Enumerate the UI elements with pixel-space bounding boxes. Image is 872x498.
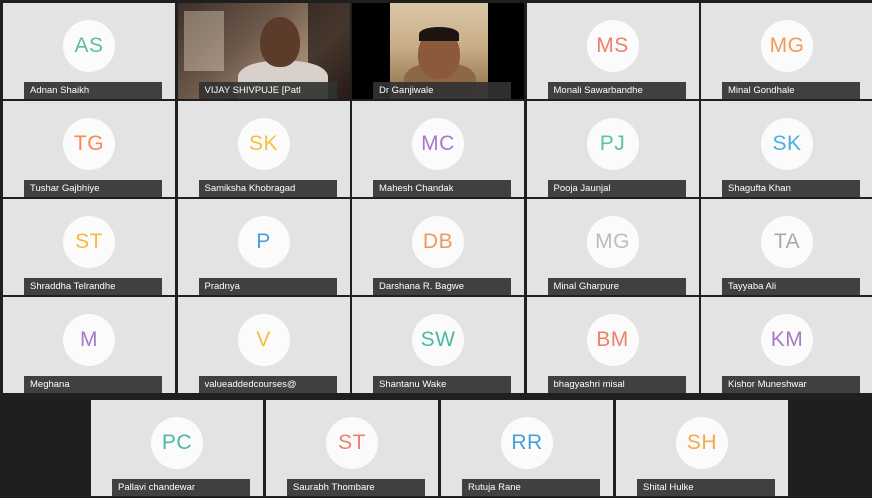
participant-name: Tushar Gajbhiye [24, 180, 162, 197]
participant-name: Pradnya [198, 278, 337, 295]
avatar: MG [586, 216, 639, 269]
avatar: KM [761, 314, 813, 367]
avatar: SK [761, 118, 813, 171]
participant-name: Samiksha Khobragad [198, 180, 337, 197]
avatar: DB [412, 216, 464, 269]
avatar: ST [326, 417, 378, 470]
avatar: TA [761, 216, 813, 269]
participant-tile-samiksha-khobragad[interactable]: SK Samiksha Khobragad [177, 101, 350, 197]
participant-name: Saurabh Thombare [287, 479, 425, 496]
participant-name: Pallavi chandewar [112, 479, 250, 496]
participant-name: Kishor Muneshwar [722, 376, 860, 393]
participant-tile-shraddha-telrandhe[interactable]: ST Shraddha Telrandhe [3, 199, 175, 295]
avatar: V [237, 314, 290, 367]
participant-tile-bhagyashri-misal[interactable]: BM bhagyashri misal [526, 297, 699, 393]
participant-name: Minal Gharpure [547, 278, 686, 295]
participant-tile-vijay-shivpuje[interactable]: VIJAY SHIVPUJE [Patl [177, 3, 350, 99]
participant-name: Shital Hulke [637, 479, 775, 496]
avatar: MC [412, 118, 464, 171]
participant-tile-tayyaba-ali[interactable]: TA Tayyaba Ali [701, 199, 872, 295]
participant-tile-pradnya[interactable]: P Pradnya [177, 199, 350, 295]
avatar: BM [586, 314, 639, 367]
avatar: PC [151, 417, 203, 470]
participant-tile-saurabh-thombare[interactable]: ST Saurabh Thombare [266, 400, 438, 496]
participant-tile-shagufta-khan[interactable]: SK Shagufta Khan [701, 101, 872, 197]
participant-tile-minal-gondhale[interactable]: MG Minal Gondhale [701, 3, 872, 99]
avatar: TG [63, 118, 115, 171]
participant-name: bhagyashri misal [547, 376, 686, 393]
avatar: SW [412, 314, 464, 367]
participant-name: Dr Ganjiwale [373, 82, 511, 99]
avatar: P [237, 216, 290, 269]
avatar: M [63, 314, 115, 367]
participant-tile-minal-gharpure[interactable]: MG Minal Gharpure [526, 199, 699, 295]
participant-tile-valueaddedcourses[interactable]: V valueaddedcourses@ [177, 297, 350, 393]
participant-name: Rutuja Rane [462, 479, 600, 496]
participant-tile-shantanu-wake[interactable]: SW Shantanu Wake [352, 297, 524, 393]
participant-tile-mahesh-chandak[interactable]: MC Mahesh Chandak [352, 101, 524, 197]
participant-name: valueaddedcourses@ [198, 376, 337, 393]
participant-name: Darshana R. Bagwe [373, 278, 511, 295]
participant-tile-pallavi-chandewar[interactable]: PC Pallavi chandewar [91, 400, 263, 496]
participant-name: Adnan Shaikh [24, 82, 162, 99]
participant-name: Monali Sawarbandhe [547, 82, 686, 99]
participant-name: Minal Gondhale [722, 82, 860, 99]
participant-tile-dr-ganjiwale[interactable]: Dr Ganjiwale [352, 3, 524, 99]
avatar: MG [761, 20, 813, 73]
participant-grid: AS Adnan Shaikh VIJAY SHIVPUJE [Patl Dr … [3, 3, 872, 393]
participant-name: VIJAY SHIVPUJE [Patl [198, 82, 337, 99]
participant-name: Meghana [24, 376, 162, 393]
participant-tile-darshana-bagwe[interactable]: DB Darshana R. Bagwe [352, 199, 524, 295]
participant-name: Tayyaba Ali [722, 278, 860, 295]
avatar: ST [63, 216, 115, 269]
participant-name: Pooja Jaunjal [547, 180, 686, 197]
avatar: RR [501, 417, 553, 470]
participant-tile-kishor-muneshwar[interactable]: KM Kishor Muneshwar [701, 297, 872, 393]
participant-name: Shagufta Khan [722, 180, 860, 197]
participant-tile-rutuja-rane[interactable]: RR Rutuja Rane [441, 400, 613, 496]
avatar: SH [676, 417, 728, 470]
avatar: SK [237, 118, 290, 171]
participant-tile-adnan-shaikh[interactable]: AS Adnan Shaikh [3, 3, 175, 99]
participant-name: Mahesh Chandak [373, 180, 511, 197]
avatar: MS [586, 20, 639, 73]
participant-grid-last-row: PC Pallavi chandewar ST Saurabh Thombare… [91, 400, 788, 496]
participant-tile-tushar-gajbhiye[interactable]: TG Tushar Gajbhiye [3, 101, 175, 197]
participant-tile-monali-sawarbandhe[interactable]: MS Monali Sawarbandhe [526, 3, 699, 99]
participant-tile-shital-hulke[interactable]: SH Shital Hulke [616, 400, 788, 496]
participant-tile-meghana[interactable]: M Meghana [3, 297, 175, 393]
participant-name: Shraddha Telrandhe [24, 278, 162, 295]
avatar: PJ [586, 118, 639, 171]
avatar: AS [63, 20, 115, 73]
participant-name: Shantanu Wake [373, 376, 511, 393]
participant-tile-pooja-jaunjal[interactable]: PJ Pooja Jaunjal [526, 101, 699, 197]
